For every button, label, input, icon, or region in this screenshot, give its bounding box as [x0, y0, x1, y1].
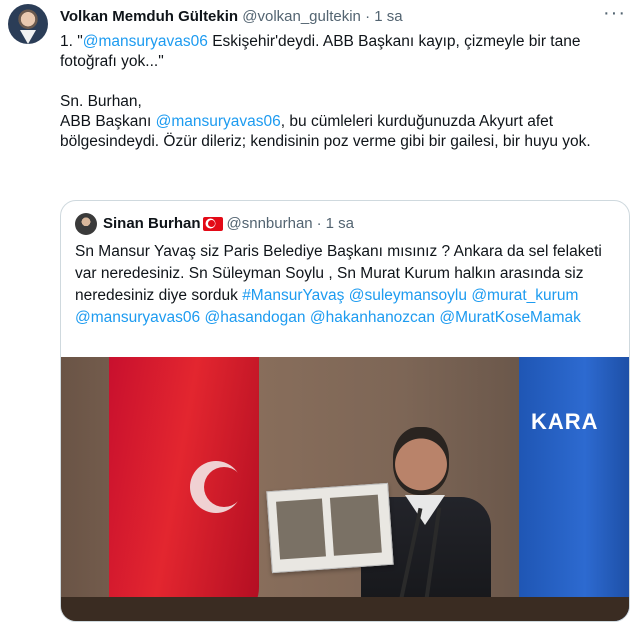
flag-crescent: [204, 467, 244, 507]
speaker-head: [393, 427, 449, 495]
mention-link[interactable]: @murat_kurum: [471, 287, 578, 304]
ankara-flag-text: KARA: [531, 409, 599, 434]
quoted-tweet-text: Sn Mansur Yavaş siz Paris Belediye Başka…: [75, 243, 602, 326]
podium: [61, 597, 629, 621]
separator-dot: ·: [365, 8, 371, 25]
printout-photo-right: [329, 494, 382, 556]
tweet-header: Volkan Memduh Gültekin @volkan_gultekin …: [60, 7, 403, 27]
tweet-time[interactable]: 1 sa: [374, 8, 402, 25]
mention-link[interactable]: @hakanhanozcan: [310, 309, 435, 326]
author-handle[interactable]: @volkan_gultekin: [242, 8, 361, 25]
quoted-tweet-media[interactable]: KARA: [61, 357, 629, 621]
turkish-flag: [109, 357, 259, 621]
tweet-line1-prefix: 1. ": [60, 33, 83, 50]
quoted-author-handle[interactable]: @snnburhan: [227, 214, 313, 234]
quoted-author-avatar[interactable]: [75, 213, 97, 235]
printout-photo-left: [276, 498, 326, 560]
tweet-paragraph-3: ABB Başkanı @mansuryavas06, bu cümleleri…: [60, 112, 620, 152]
held-photo-printout: [266, 482, 394, 574]
ankara-flag: [519, 357, 629, 621]
greeting-line: Sn. Burhan,: [60, 93, 142, 110]
more-options-icon[interactable]: ···: [603, 2, 626, 25]
mention-link[interactable]: @MuratKoseMamak: [439, 309, 581, 326]
mention-link[interactable]: @mansuryavas06: [156, 113, 281, 130]
mention-link[interactable]: @mansuryavas06: [83, 33, 208, 50]
tweet-para2-prefix: ABB Başkanı: [60, 113, 156, 130]
quoted-tweet-header: Sinan Burhan @snnburhan · 1 sa: [75, 213, 354, 235]
tweet-paragraph-1: 1. "@mansuryavas06 Eskişehir'deydi. ABB …: [60, 32, 620, 72]
turkey-flag-icon: [202, 217, 223, 231]
tweet-body: 1. "@mansuryavas06 Eskişehir'deydi. ABB …: [60, 32, 620, 152]
author-avatar[interactable]: [8, 4, 48, 44]
quoted-tweet[interactable]: Sinan Burhan @snnburhan · 1 sa Sn Mansur…: [60, 200, 630, 622]
hashtag-link[interactable]: #MansurYavaş: [242, 287, 344, 304]
separator-dot: ·: [316, 215, 322, 232]
mention-link[interactable]: @suleymansoylu: [349, 287, 467, 304]
mention-link[interactable]: @hasandogan: [204, 309, 305, 326]
mention-link[interactable]: @mansuryavas06: [75, 309, 200, 326]
tweet-paragraph-2: Sn. Burhan,: [60, 92, 620, 112]
quoted-author-name[interactable]: Sinan Burhan: [103, 214, 201, 234]
author-name[interactable]: Volkan Memduh Gültekin: [60, 8, 238, 25]
avatar-shirt: [20, 30, 36, 44]
quoted-tweet-time[interactable]: 1 sa: [326, 214, 354, 234]
tweet[interactable]: Volkan Memduh Gültekin @volkan_gultekin …: [0, 0, 640, 622]
